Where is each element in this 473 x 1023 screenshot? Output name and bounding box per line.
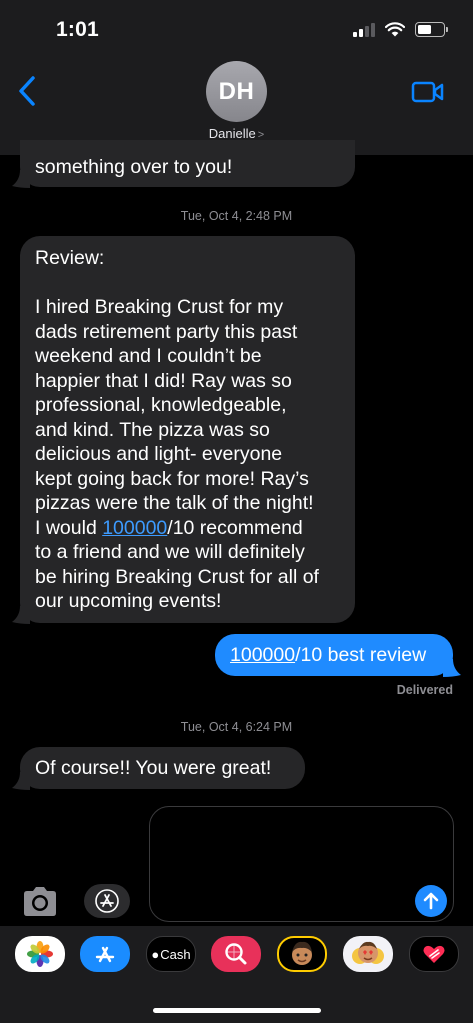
memoji-app[interactable]: [277, 936, 327, 972]
review-line: to a friend and we will definitely: [35, 541, 305, 563]
heart-digital-touch-icon: [423, 945, 445, 963]
status-time: 1:01: [56, 18, 99, 41]
message-input[interactable]: [149, 806, 454, 922]
photos-icon: [27, 941, 53, 967]
review-line: be hiring Breaking Crust for all of: [35, 565, 319, 588]
message-text: something over to you!: [35, 156, 233, 178]
memoji-stickers-icon: [352, 941, 384, 964]
message-text: /10 best review: [295, 644, 427, 666]
app-store-icon: [95, 889, 119, 913]
wifi-icon: [385, 22, 405, 37]
photos-app[interactable]: [15, 936, 65, 972]
app-store-icon: [95, 946, 115, 963]
imessage-app-drawer: ● Cash: [0, 926, 473, 1023]
camera-icon[interactable]: [20, 884, 60, 920]
digital-touch-app[interactable]: [409, 936, 459, 972]
conversation-header: 1:01 DH Danielle >: [0, 0, 473, 155]
message-bubble-review[interactable]: Review: I hired Breaking Crust for my da…: [20, 236, 355, 623]
contact-name: Danielle: [208, 126, 256, 141]
review-line: [35, 271, 340, 296]
status-icons: [353, 22, 448, 37]
apple-cash-icon: ●: [151, 946, 160, 962]
send-arrow-icon: [423, 892, 439, 910]
contact-name-button[interactable]: Danielle >: [0, 126, 473, 141]
back-chevron-icon[interactable]: [16, 74, 38, 108]
review-text: /10 recommend: [167, 516, 303, 539]
image-search-app[interactable]: [211, 936, 261, 972]
review-line: weekend and I couldn’t be: [35, 345, 262, 367]
cash-label: Cash: [160, 946, 191, 962]
video-call-icon[interactable]: [411, 80, 445, 104]
timestamp: Tue, Oct 4, 6:24 PM: [180, 720, 293, 734]
timestamp: Tue, Oct 4, 2:48 PM: [180, 209, 293, 223]
message-bubble-incoming[interactable]: something over to you!: [20, 140, 355, 187]
bubble-tail: [12, 170, 30, 188]
app-store-app[interactable]: [80, 936, 130, 972]
review-line: and kind. The pizza was so: [35, 418, 270, 441]
review-line: I hired Breaking Crust for my: [35, 296, 284, 318]
bubble-tail: [12, 772, 30, 790]
message-bubble-incoming[interactable]: Of course!! You were great!: [20, 747, 305, 789]
memoji-stickers-app[interactable]: [343, 936, 393, 972]
review-text: I would: [35, 516, 103, 539]
avatar-initials: DH: [218, 77, 255, 105]
review-line: professional, knowledgeable,: [35, 394, 287, 416]
review-line: Review:: [35, 247, 105, 269]
review-line: kept going back for more! Ray’s: [35, 467, 309, 490]
bubble-tail: [12, 606, 30, 624]
review-line: our upcoming events!: [35, 590, 222, 612]
review-line: happier that I did! Ray was so: [35, 369, 292, 392]
number-link[interactable]: 100000: [230, 644, 295, 666]
review-line: dads retirement party this past: [35, 320, 298, 343]
cellular-signal-icon: [353, 22, 375, 37]
review-line: delicious and light- everyone: [35, 443, 283, 465]
app-store-button[interactable]: [84, 884, 130, 918]
delivered-status: Delivered: [396, 683, 453, 697]
number-link[interactable]: 100000: [102, 517, 167, 539]
review-line: pizzas were the talk of the night!: [35, 492, 314, 514]
review-line: I would 100000/10 recommend: [35, 516, 340, 541]
search-images-icon: [225, 943, 247, 965]
home-indicator[interactable]: [153, 1008, 321, 1013]
bubble-tail: [443, 659, 461, 677]
battery-icon: [415, 22, 448, 37]
send-button[interactable]: [415, 885, 447, 917]
apple-cash-app[interactable]: ● Cash: [146, 936, 196, 972]
message-bubble-outgoing[interactable]: 100000/10 best review: [215, 634, 453, 676]
contact-avatar[interactable]: DH: [206, 61, 267, 122]
message-text: Of course!! You were great!: [35, 757, 272, 779]
memoji-icon: [292, 941, 312, 965]
